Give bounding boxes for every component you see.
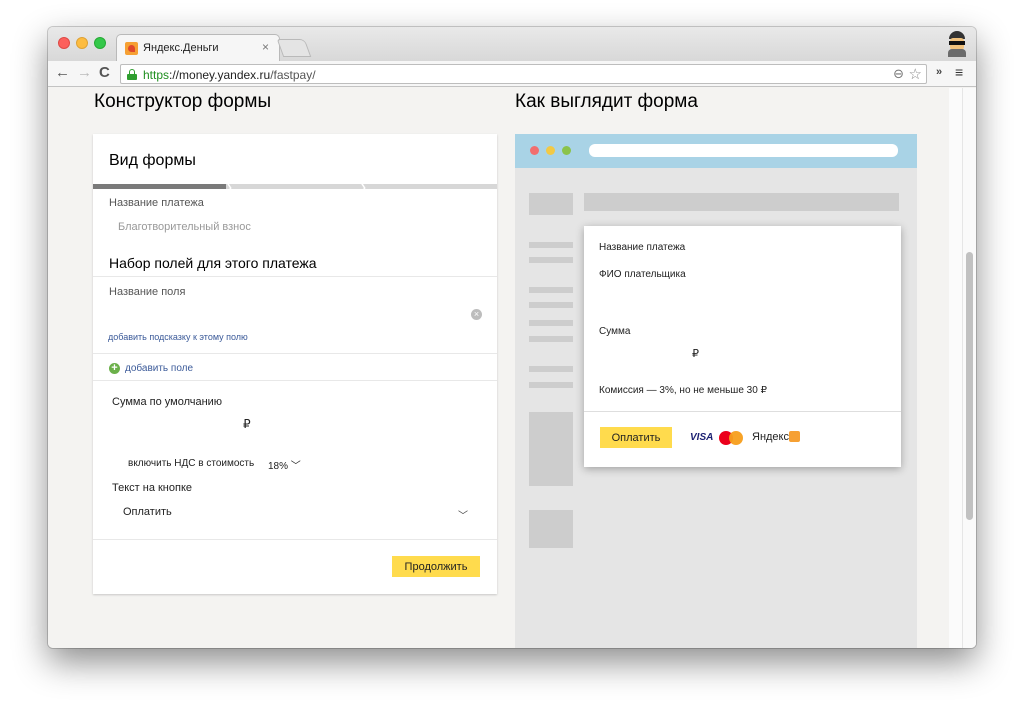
yandex-money-favicon-icon — [125, 42, 138, 55]
chevron-down-icon: ﹀ — [290, 461, 301, 472]
menu-icon[interactable]: ≡ — [955, 64, 963, 80]
yandex-logo: Яндекс — [752, 431, 789, 443]
step-chevron-icon: ❯ — [226, 183, 233, 192]
url-text: https://money.yandex.ru/fastpay/ — [143, 68, 316, 82]
add-hint-link[interactable]: добавить подсказку к этому полю — [108, 332, 248, 342]
reload-icon[interactable]: C — [99, 64, 110, 81]
zoom-window-button[interactable] — [94, 37, 106, 49]
tab-title: Яндекс.Деньги — [143, 42, 219, 54]
default-amount-currency: ₽ — [243, 417, 251, 431]
step-progress-fill — [93, 184, 227, 189]
preview-amount-currency: ₽ — [692, 348, 699, 360]
page-viewport: Конструктор формы Как выглядит форма Вид… — [48, 88, 976, 648]
tab-close-icon[interactable]: × — [262, 40, 269, 54]
preview-amount-label: Сумма — [599, 326, 631, 337]
page-scrollbar[interactable] — [962, 88, 976, 648]
preview-payer-name-field[interactable]: ФИО плательщика — [599, 269, 686, 280]
constructor-heading: Конструктор формы — [94, 91, 272, 112]
user-avatar[interactable] — [946, 31, 968, 57]
button-text-label: Текст на кнопке — [112, 482, 193, 494]
vat-checkbox-label[interactable]: включить НДС в стоимость — [128, 458, 254, 469]
visa-logo: VISA — [690, 432, 714, 443]
payment-name-label: Название платежа — [109, 197, 204, 209]
browser-tab[interactable]: Яндекс.Деньги × — [116, 34, 280, 61]
back-icon[interactable]: ← — [55, 64, 70, 81]
default-amount-label: Сумма по умолчанию — [112, 396, 223, 408]
form-preview: Название платежа ФИО плательщика Сумма ₽… — [515, 134, 917, 648]
step-chevron-icon: ❯ — [360, 183, 367, 192]
preview-commission: Комиссия — 3%, но не меньше 30 ₽ — [599, 385, 767, 396]
browser-toolbar: ← → C https://money.yandex.ru/fastpay/ ⊖… — [48, 61, 976, 87]
browser-window: Яндекс.Деньги × ← → C https://money.yand… — [48, 27, 976, 648]
form-constructor-card: Вид формы ❯ ❯ Название платежа Благотвор… — [93, 134, 497, 594]
close-window-button[interactable] — [58, 37, 70, 49]
vat-rate-select[interactable]: 18% ﹀ — [268, 457, 301, 472]
field-name-label: Название поля — [109, 286, 186, 298]
preview-pay-button[interactable]: Оплатить — [600, 427, 672, 448]
star-icon[interactable]: ☆ — [909, 65, 922, 83]
vat-rate-value: 18% — [268, 461, 289, 472]
preview-dot-yellow-icon — [546, 146, 555, 155]
preview-payment-form: Название платежа ФИО плательщика Сумма ₽… — [584, 226, 901, 467]
add-field-icon[interactable]: + — [109, 363, 120, 374]
tab-strip: Яндекс.Деньги × — [48, 27, 976, 61]
mastercard-logo — [719, 431, 745, 445]
zoom-icon[interactable]: ⊖ — [893, 66, 904, 82]
clear-field-icon[interactable]: × — [471, 309, 482, 320]
preview-dot-red-icon — [530, 146, 539, 155]
step-progress-bar: ❯ ❯ — [93, 183, 497, 192]
add-field-link[interactable]: добавить поле — [125, 363, 193, 374]
fields-section-title: Набор полей для этого платежа — [109, 255, 317, 271]
preview-skeleton — [584, 193, 899, 211]
chevron-down-icon[interactable]: ﹀ — [458, 507, 468, 522]
scrollbar-thumb[interactable] — [966, 252, 973, 520]
preview-heading: Как выглядит форма — [515, 91, 698, 112]
address-bar[interactable]: https://money.yandex.ru/fastpay/ ⊖ ☆ — [120, 64, 927, 84]
preview-url-bar — [589, 144, 898, 157]
forward-icon[interactable]: → — [77, 64, 92, 81]
preview-dot-green-icon — [562, 146, 571, 155]
preview-skeleton — [529, 193, 573, 215]
preview-payment-name: Название платежа — [599, 242, 686, 253]
yandex-wallet-icon — [789, 431, 800, 442]
preview-browser-bar — [515, 134, 917, 168]
new-tab-button[interactable] — [276, 39, 312, 57]
extensions-icon[interactable]: » — [936, 66, 942, 78]
button-text-select[interactable]: Оплатить — [123, 506, 172, 518]
card-title: Вид формы — [109, 152, 196, 169]
minimize-window-button[interactable] — [76, 37, 88, 49]
lock-icon — [127, 69, 137, 80]
continue-button[interactable]: Продолжить — [392, 556, 480, 577]
payment-name-input[interactable]: Благотворительный взнос — [118, 221, 251, 233]
